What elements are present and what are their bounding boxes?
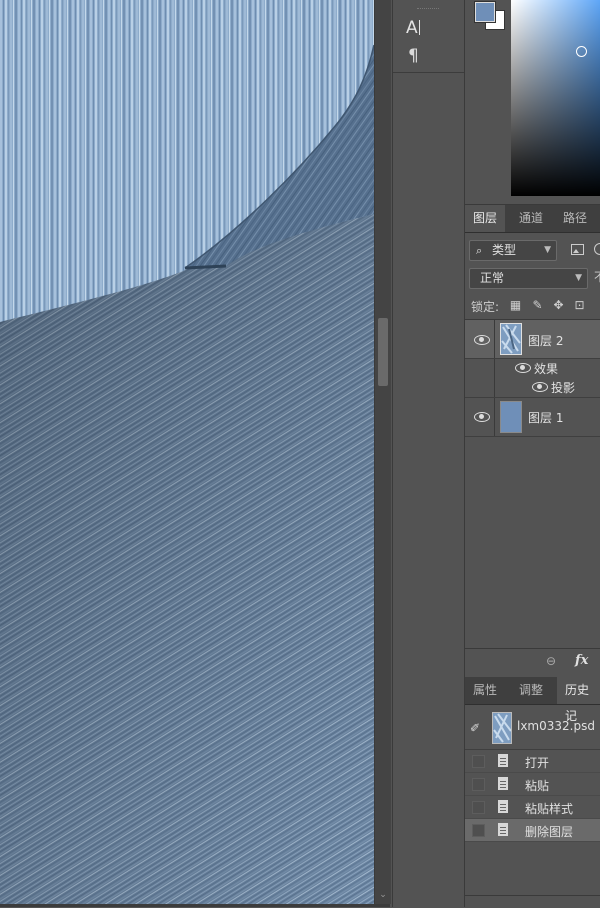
history-step-selected[interactable]: 删除图层 [465,819,600,842]
scrollbar-thumb[interactable] [378,318,388,386]
history-source-checkbox[interactable] [472,755,485,768]
layer-name: 图层 1 [528,411,564,425]
effects-visibility-eye-icon[interactable] [515,363,531,373]
layer-row-layer-1[interactable]: 图层 1 [465,398,600,437]
filter-type-label: 类型 [492,243,517,257]
tab-properties[interactable]: 属性 [465,677,505,704]
visibility-eye-icon[interactable] [474,335,490,345]
text-cursor-mark [418,20,420,35]
paragraph-panel-icon[interactable]: ¶ [408,46,419,66]
chevron-down-icon: ▼ [575,273,582,283]
history-step-icon [498,800,508,813]
scroll-down-arrow-icon[interactable]: ⌄ [378,889,388,901]
filter-adjustment-layer-icon[interactable] [594,243,600,255]
history-step[interactable]: 粘贴 [465,773,600,796]
history-step-label: 粘贴 [525,779,550,793]
row-divider [494,320,495,358]
panel-dock-toolstrip: A ¶ [392,0,465,907]
tab-paths[interactable]: 路径 [555,205,595,232]
layer-name: 图层 2 [528,334,564,348]
opacity-label: 不 [594,268,600,285]
character-panel-icon[interactable]: A [406,18,420,38]
history-panel-tabbar: 属性 调整 历史记 [465,677,600,723]
row-divider [494,377,495,397]
history-step-label: 粘贴样式 [525,802,574,816]
canvas-vertical-scrollbar[interactable]: ⌄ [374,0,391,904]
color-panel [465,0,600,205]
color-picker-field[interactable] [511,0,600,196]
layers-panel-tabbar: 图层 通道 路径 [465,205,600,233]
layer-effect-drop-shadow[interactable]: 投影 [465,377,600,398]
color-picker-handle[interactable] [576,46,587,57]
filter-pixel-layer-icon[interactable] [571,244,584,255]
history-step-label: 删除图层 [525,825,574,839]
foreground-color-swatch[interactable] [474,1,496,23]
layer-filter-row: ⌕ 类型 ▼ [465,234,600,264]
history-step[interactable]: 粘贴样式 [465,796,600,819]
link-icon[interactable]: ⊖ [546,654,556,668]
visibility-eye-icon[interactable] [474,412,490,422]
lock-transparent-icon[interactable]: ▦ [509,299,522,312]
tab-history[interactable]: 历史记 [557,677,600,723]
history-step-icon [498,777,508,790]
search-icon: ⌕ [476,244,483,257]
history-step-icon [498,754,508,767]
document-canvas[interactable] [0,0,374,904]
canvas-artwork [0,0,374,904]
layer-thumbnail [500,323,522,355]
fx-icon[interactable]: fx [575,653,588,668]
history-snapshot[interactable]: ✐ lxm0332.psd [465,705,600,750]
tab-channels[interactable]: 通道 [511,205,551,232]
history-source-checkbox[interactable] [472,778,485,791]
row-divider [494,398,495,436]
layer-filter-select[interactable]: ⌕ 类型 ▼ [469,240,557,261]
effects-label: 效果 [534,362,559,376]
blend-mode-label: 正常 [480,271,505,285]
history-source-checkbox[interactable] [472,824,485,837]
tab-adjustments[interactable]: 调整 [511,677,551,704]
history-source-checkbox[interactable] [472,801,485,814]
right-panel-column: 图层 通道 路径 ⌕ 类型 ▼ 正常 ▼ 不 锁定: ▦ ✎ ✥ ⊡ [465,0,600,908]
snapshot-thumbnail [492,712,512,744]
toolstrip-divider [393,72,464,73]
snapshot-name: lxm0332.psd [517,719,595,733]
lock-row: 锁定: ▦ ✎ ✥ ⊡ [465,293,600,320]
history-step-icon [498,823,508,836]
chevron-down-icon: ▼ [544,245,551,255]
layer-effects-group[interactable]: 效果 [465,359,600,397]
drop-shadow-visibility-eye-icon[interactable] [532,382,548,392]
panel-grip[interactable] [417,8,439,12]
blend-mode-row: 正常 ▼ 不 [465,265,600,291]
layer-thumbnail [500,401,522,433]
lock-paint-icon[interactable]: ✎ [531,299,544,312]
drop-shadow-label: 投影 [551,381,576,395]
lock-label: 锁定: [471,300,500,314]
character-glyph: A [406,18,418,38]
lock-artboard-icon[interactable]: ⊡ [573,299,586,312]
layer-row-layer-2[interactable]: 图层 2 [465,320,600,359]
history-step[interactable]: 打开 [465,750,600,773]
layers-panel-footer: ⊖ fx [465,648,600,676]
tab-layers[interactable]: 图层 [465,205,506,232]
blend-mode-select[interactable]: 正常 ▼ [469,268,588,289]
history-step-label: 打开 [525,756,550,770]
lock-move-icon[interactable]: ✥ [552,299,565,312]
history-panel-footer [465,895,600,908]
history-brush-source-icon[interactable]: ✐ [470,721,480,735]
